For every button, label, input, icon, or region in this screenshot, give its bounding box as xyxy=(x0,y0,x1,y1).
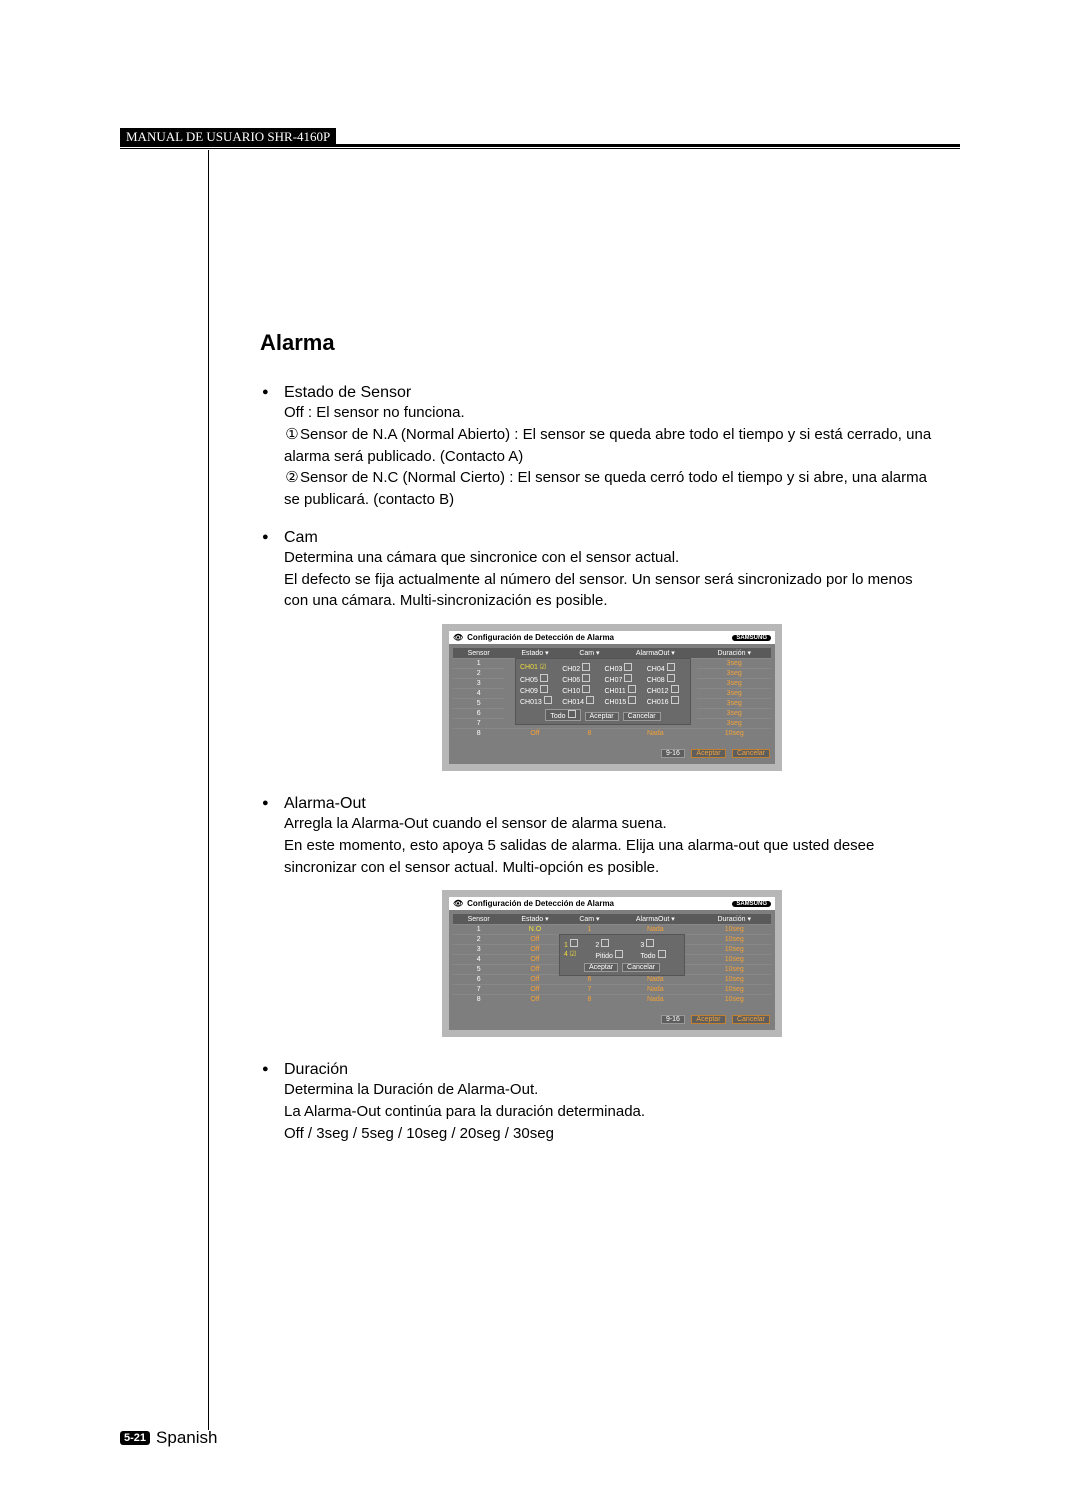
screenshot-title-bar: 👁 Configuración de Detección de Alarma S… xyxy=(449,631,775,644)
popup-cancelar-button[interactable]: Cancelar xyxy=(622,963,660,972)
duracion-line2: La Alarma-Out continúa para la duración … xyxy=(284,1101,940,1123)
header-rule xyxy=(120,144,960,147)
estado-sensor-item: Estado de Sensor Off : El sensor no func… xyxy=(260,384,940,511)
range-916-button[interactable]: 9-16 xyxy=(661,1015,685,1024)
popup-aceptar-button[interactable]: Aceptar xyxy=(584,963,618,972)
samsung-logo: SAMSUNG xyxy=(732,901,771,907)
range-916-button[interactable]: 9-16 xyxy=(661,749,685,758)
aceptar-button[interactable]: Aceptar xyxy=(691,749,725,758)
content-area: Alarma Estado de Sensor Off : El sensor … xyxy=(260,330,940,1163)
enum-mark-1: ① xyxy=(284,424,300,446)
estado-enum1: ①Sensor de N.A (Normal Abierto) : El sen… xyxy=(284,424,940,468)
cancelar-button[interactable]: Cancelar xyxy=(732,1015,770,1024)
alarmaout-option-popup: 1 2 3 4 ☑ Pitido Todo Aceptar Cancelar xyxy=(559,934,685,976)
dialog-icon: 👁 xyxy=(453,899,463,908)
screenshot-alarmaout-popup: 👁 Configuración de Detección de Alarma S… xyxy=(442,890,782,1037)
page-footer: 5-21 Spanish xyxy=(120,1428,217,1448)
alarma-out-item: Alarma-Out Arregla la Alarma-Out cuando … xyxy=(260,795,940,1037)
manual-page: MANUAL DE USUARIO SHR-4160P Alarma Estad… xyxy=(0,0,1080,1490)
duracion-line3: Off / 3seg / 5seg / 10seg / 20seg / 30se… xyxy=(284,1123,940,1145)
cam-item: Cam Determina una cámara que sincronice … xyxy=(260,529,940,771)
dialog-icon: 👁 xyxy=(453,633,463,642)
duracion-line1: Determina la Duración de Alarma-Out. xyxy=(284,1079,940,1101)
duracion-item: Duración Determina la Duración de Alarma… xyxy=(260,1061,940,1144)
alarmaout-line1: Arregla la Alarma-Out cuando el sensor d… xyxy=(284,813,940,835)
vertical-margin-line xyxy=(208,150,209,1430)
cam-channel-popup: CH01 ☑ CH02 CH03 CH04 CH05 CH06 CH07 CH0… xyxy=(515,658,691,725)
aceptar-button[interactable]: Aceptar xyxy=(691,1015,725,1024)
cam-heading: Cam xyxy=(284,529,318,546)
cancelar-button[interactable]: Cancelar xyxy=(732,749,770,758)
samsung-logo: SAMSUNG xyxy=(732,635,771,641)
screenshot-title-bar: 👁 Configuración de Detección de Alarma S… xyxy=(449,897,775,910)
popup-cancelar-button[interactable]: Cancelar xyxy=(623,712,661,721)
popup-aceptar-button[interactable]: Aceptar xyxy=(585,712,619,721)
cam-line1: Determina una cámara que sincronice con … xyxy=(284,547,940,569)
popup-todo-button[interactable]: Todo xyxy=(545,709,580,721)
estado-off-line: Off : El sensor no funciona. xyxy=(284,402,940,424)
section-title: Alarma xyxy=(260,330,940,356)
estado-heading: Estado de Sensor xyxy=(284,384,411,401)
alarmaout-line2: En este momento, esto apoya 5 salidas de… xyxy=(284,835,940,879)
enum-mark-2: ② xyxy=(284,467,300,489)
duracion-heading: Duración xyxy=(284,1061,348,1078)
alarma-out-heading: Alarma-Out xyxy=(284,795,366,812)
footer-language: Spanish xyxy=(156,1428,217,1448)
screenshot-cam-popup: 👁 Configuración de Detección de Alarma S… xyxy=(442,624,782,771)
page-number-badge: 5-21 xyxy=(120,1431,150,1445)
estado-enum2: ②Sensor de N.C (Normal Cierto) : El sens… xyxy=(284,467,940,511)
cam-line2: El defecto se fija actualmente al número… xyxy=(284,569,940,613)
